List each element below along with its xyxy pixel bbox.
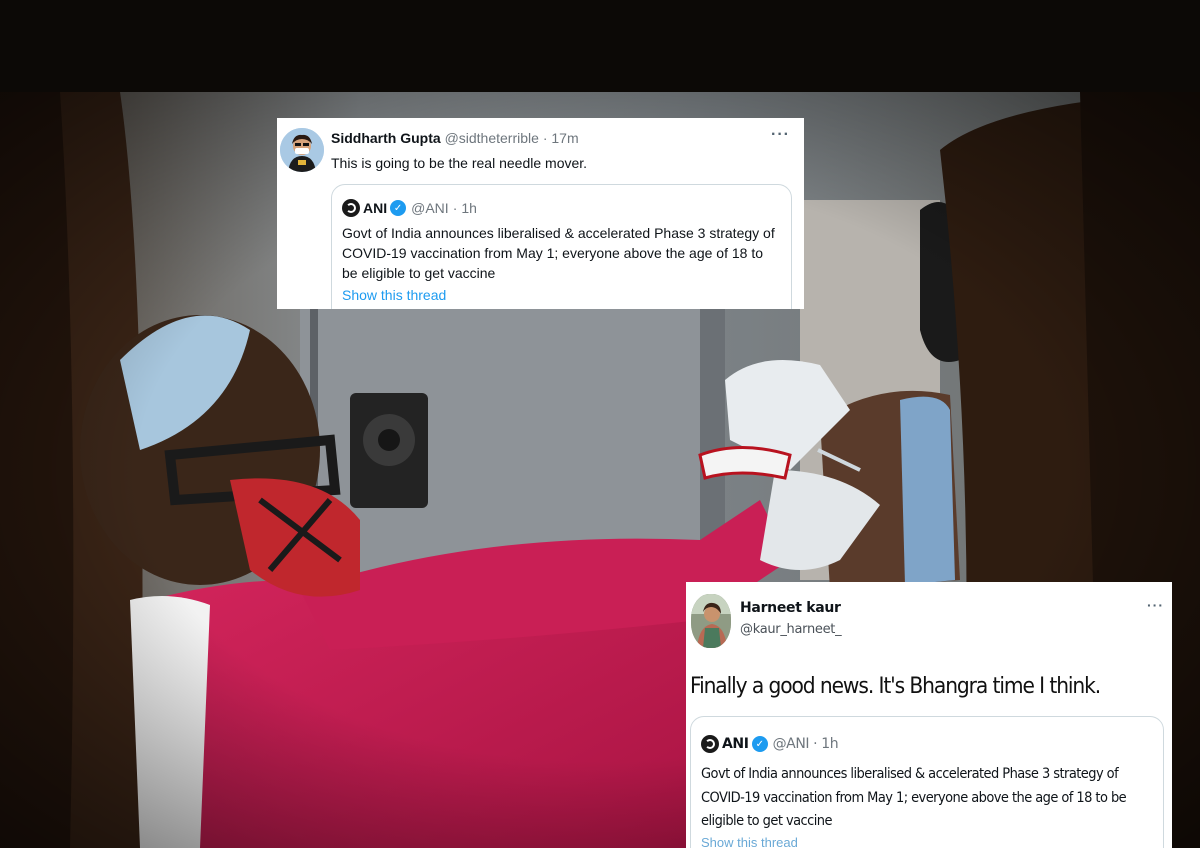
ani-logo-icon — [342, 199, 360, 217]
quoted-author-name[interactable]: ANI — [363, 200, 387, 216]
quoted-tweet-text: Govt of India announces liberalised & ac… — [701, 766, 1127, 829]
author-name[interactable]: Harneet kaur — [740, 600, 841, 616]
quoted-tweet[interactable]: ANI ✓ @ANI · 1h Govt of India announces … — [690, 716, 1164, 848]
avatar[interactable] — [691, 594, 731, 648]
quoted-tweet-time[interactable]: 1h — [461, 200, 477, 216]
separator-dot: · — [542, 130, 548, 146]
author-handle[interactable]: @sidtheterrible — [445, 130, 539, 146]
author-name[interactable]: Siddharth Gupta — [331, 130, 441, 146]
quoted-tweet-header: ANI ✓ @ANI · 1h — [701, 735, 842, 753]
show-thread-link[interactable]: Show this thread — [701, 835, 798, 848]
more-options-icon[interactable]: ··· — [1147, 598, 1164, 612]
tweet-text: This is going to be the real needle move… — [331, 155, 588, 171]
quoted-tweet-text: Govt of India announces liberalised & ac… — [342, 225, 775, 281]
quoted-author-handle[interactable]: @ANI — [773, 736, 810, 752]
avatar[interactable] — [280, 128, 324, 172]
ani-logo-icon — [701, 735, 719, 753]
verified-badge-icon: ✓ — [751, 736, 768, 752]
separator-dot: · — [452, 200, 458, 216]
separator-dot: · — [813, 736, 818, 752]
tweet-card-siddharth[interactable]: Siddharth Gupta @sidtheterrible · 17m ··… — [277, 118, 804, 309]
more-options-icon[interactable]: ··· — [771, 127, 790, 143]
quoted-tweet[interactable]: ANI ✓ @ANI · 1h Govt of India announces … — [331, 184, 792, 309]
tweet-time[interactable]: 17m — [551, 130, 578, 146]
tweet-header: Harneet kaur @kaur_harneet_ — [740, 600, 842, 637]
quoted-author-name[interactable]: ANI — [722, 736, 749, 752]
tweet-header: Siddharth Gupta @sidtheterrible · 17m — [331, 130, 579, 146]
tweet-card-harneet[interactable]: Harneet kaur @kaur_harneet_ ··· Finally … — [686, 582, 1172, 848]
author-handle[interactable]: @kaur_harneet_ — [740, 622, 842, 637]
quoted-author-handle[interactable]: @ANI — [411, 200, 449, 216]
verified-badge-icon: ✓ — [390, 200, 407, 216]
show-thread-link[interactable]: Show this thread — [342, 287, 446, 303]
quoted-tweet-time[interactable]: 1h — [821, 736, 838, 752]
tweet-text: Finally a good news. It's Bhangra time I… — [690, 674, 1101, 699]
quoted-tweet-header: ANI ✓ @ANI · 1h — [342, 199, 481, 217]
